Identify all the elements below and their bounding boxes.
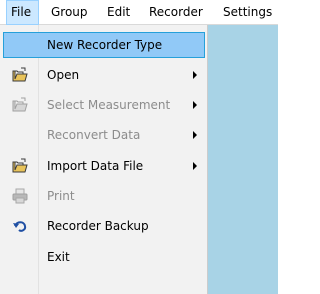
submenu-arrow-icon bbox=[193, 131, 197, 139]
submenu-arrow-icon bbox=[193, 71, 197, 79]
menu-item-label: Recorder Backup bbox=[47, 219, 149, 233]
menu-settings[interactable]: Settings bbox=[223, 0, 272, 25]
menu-item-new-recorder-type[interactable]: New Recorder Type bbox=[3, 32, 205, 58]
menu-item-recorder-backup[interactable]: Recorder Backup bbox=[3, 213, 205, 239]
menu-item-select-measurement: Select Measurement bbox=[3, 92, 205, 118]
menu-group[interactable]: Group bbox=[51, 0, 88, 25]
menu-item-label: Exit bbox=[47, 250, 70, 264]
menu-file[interactable]: File bbox=[6, 0, 39, 25]
menu-recorder[interactable]: Recorder bbox=[149, 0, 203, 25]
open-folder-icon bbox=[12, 67, 28, 82]
menu-bar: File Group Edit Recorder Settings bbox=[0, 0, 278, 25]
menu-item-label: Print bbox=[47, 189, 75, 203]
menu-item-label: Open bbox=[47, 68, 80, 82]
menu-item-print: Print bbox=[3, 183, 205, 209]
printer-icon bbox=[12, 188, 28, 204]
open-folder-icon bbox=[12, 158, 28, 173]
menu-item-label: Select Measurement bbox=[47, 98, 171, 112]
open-folder-icon bbox=[12, 97, 28, 112]
menu-item-reconvert-data: Reconvert Data bbox=[3, 122, 205, 148]
menu-item-label: New Recorder Type bbox=[47, 38, 163, 52]
submenu-arrow-icon bbox=[193, 101, 197, 109]
file-dropdown-menu: New Recorder Type Open Select Measuremen… bbox=[0, 25, 208, 294]
menu-item-import-data-file[interactable]: Import Data File bbox=[3, 153, 205, 179]
menu-item-label: Import Data File bbox=[47, 159, 144, 173]
undo-arrow-icon bbox=[13, 221, 27, 232]
menu-item-exit[interactable]: Exit bbox=[3, 244, 205, 270]
menu-edit[interactable]: Edit bbox=[107, 0, 130, 25]
menu-item-label: Reconvert Data bbox=[47, 128, 141, 142]
submenu-arrow-icon bbox=[193, 162, 197, 170]
menu-item-open[interactable]: Open bbox=[3, 62, 205, 88]
